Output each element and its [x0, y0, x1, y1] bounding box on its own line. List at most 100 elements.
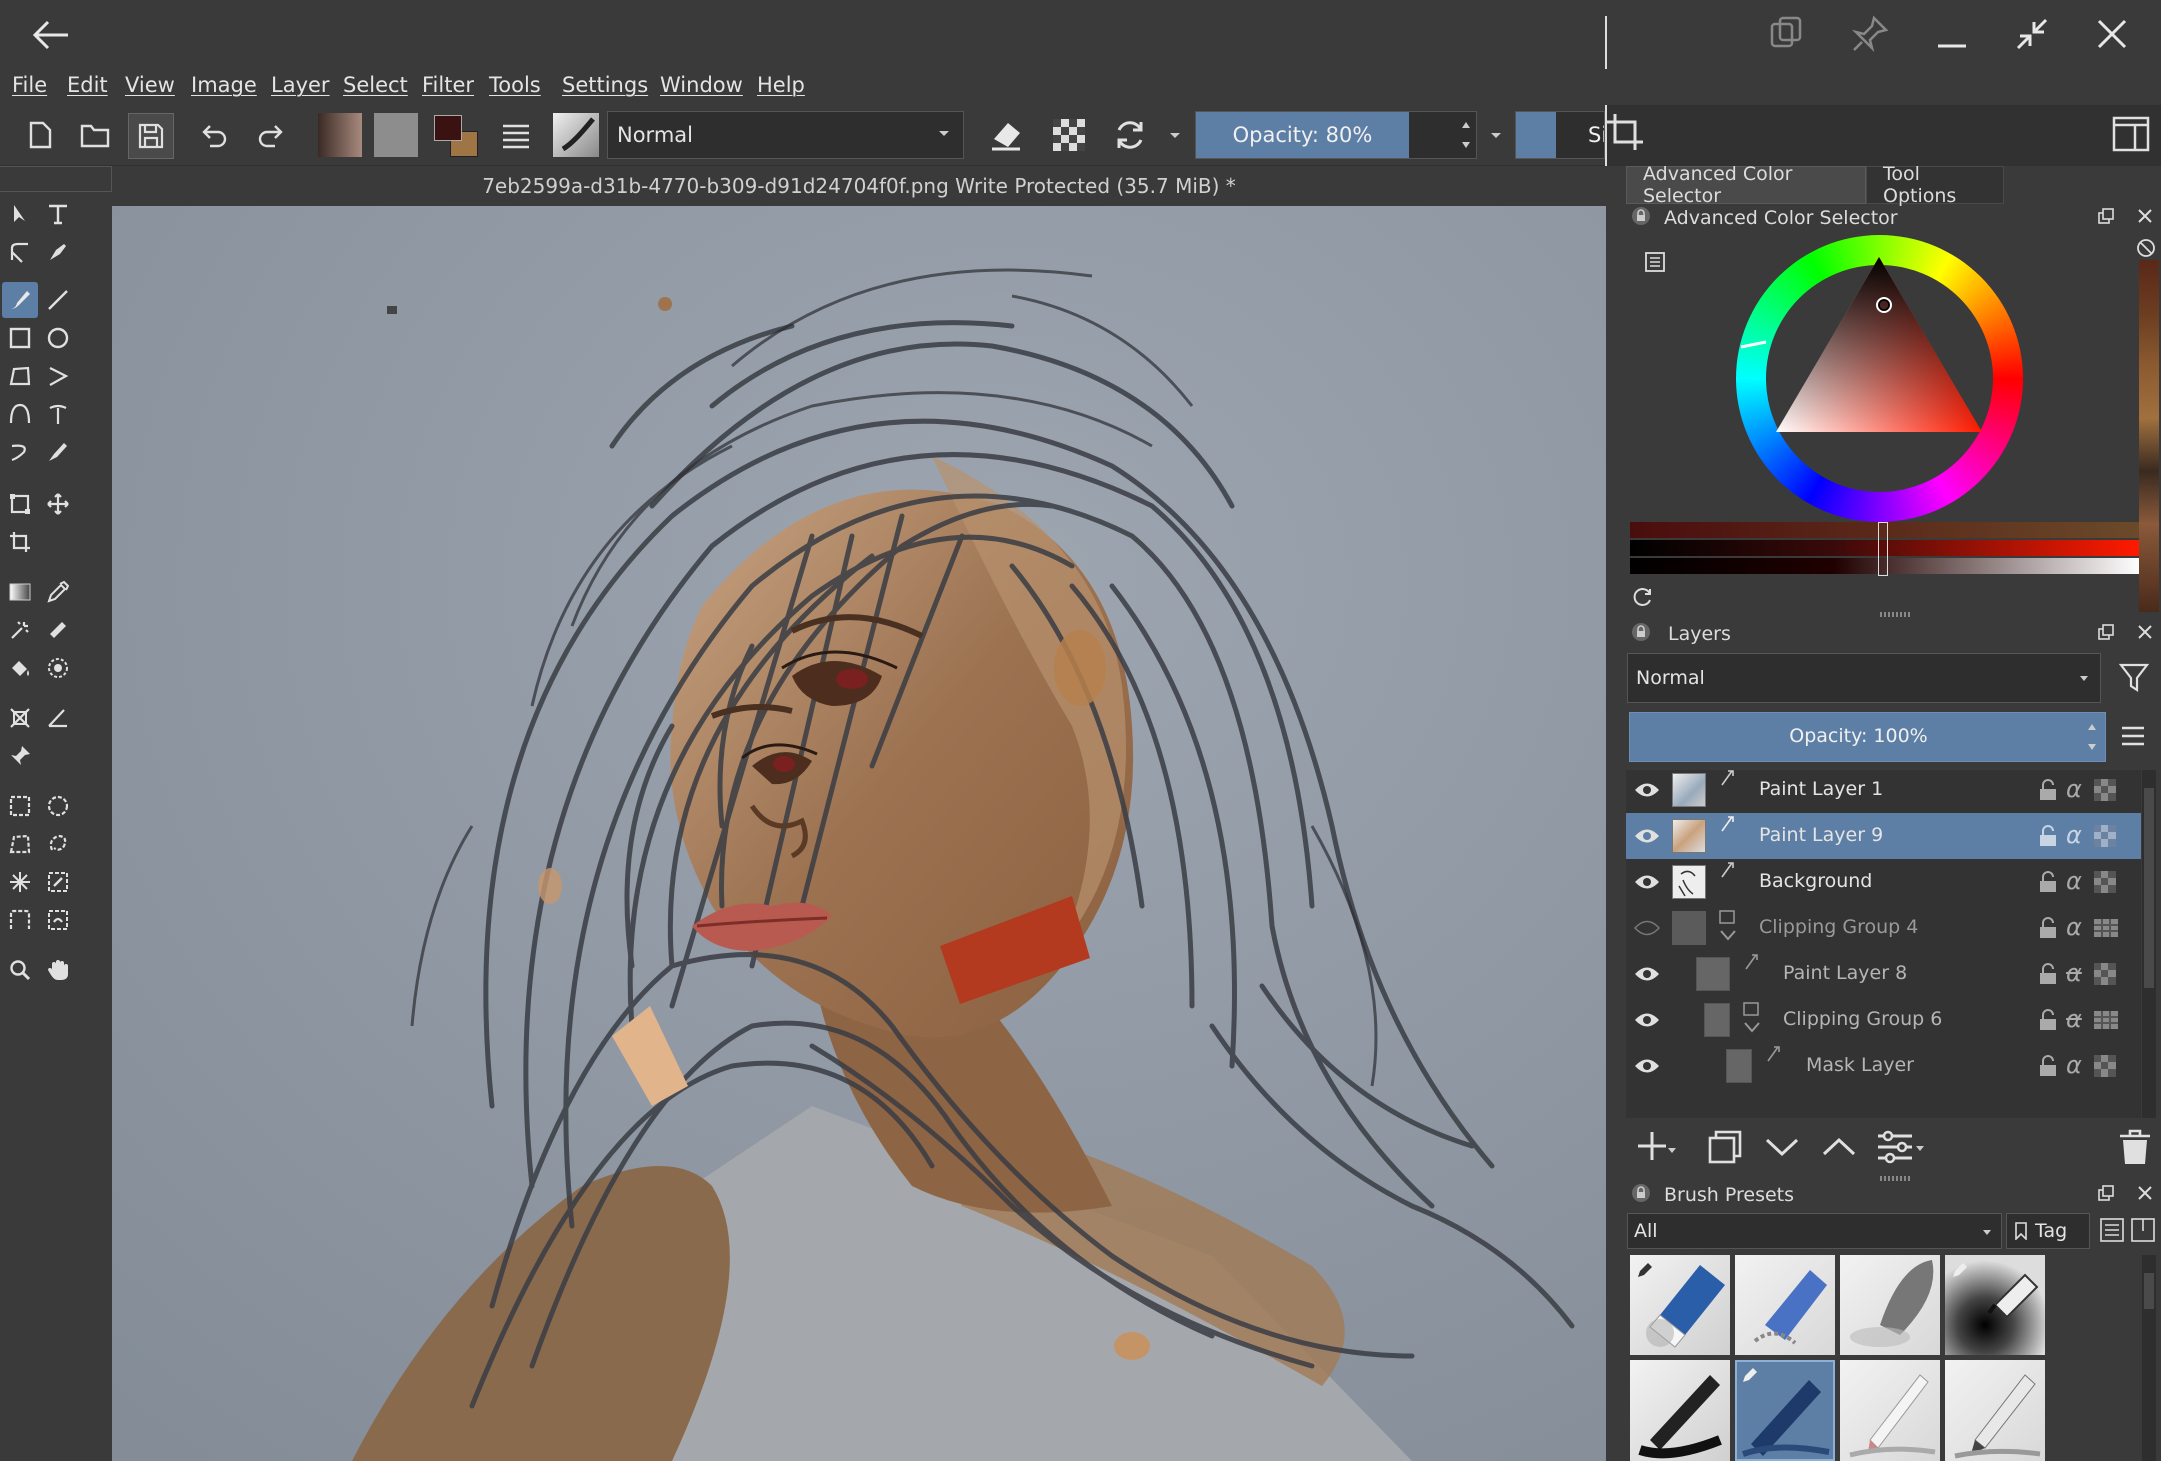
restore-icon[interactable] [2012, 14, 2052, 54]
freehand-path-tool-icon[interactable] [40, 396, 76, 432]
rectangle-tool-icon[interactable] [2, 320, 38, 356]
edit-shapes-tool-icon[interactable] [2, 234, 38, 270]
gradient-swatch[interactable] [318, 113, 362, 157]
calligraphy-tool-icon[interactable] [40, 234, 76, 270]
slider-handle[interactable] [1878, 522, 1888, 576]
overlay-mode-icon[interactable] [1766, 14, 1806, 54]
eye-icon[interactable] [1634, 779, 1660, 801]
gradient-tool-icon[interactable] [2, 574, 38, 610]
float-panel-icon[interactable] [2097, 1184, 2115, 1202]
workspace-layout-icon[interactable] [2111, 114, 2151, 154]
alpha-lock-icon[interactable]: α [2066, 867, 2082, 895]
save-icon[interactable] [128, 113, 174, 159]
lock-icon[interactable] [2038, 825, 2058, 847]
float-panel-icon[interactable] [2097, 207, 2115, 225]
multibrush-tool-icon[interactable] [40, 434, 76, 470]
lock-icon[interactable] [2038, 963, 2058, 985]
canvas[interactable] [112, 206, 1606, 1461]
move-layer-up-icon[interactable] [1820, 1128, 1858, 1166]
brush-preset-marker[interactable] [1945, 1360, 2045, 1461]
crop-icon[interactable] [1605, 112, 1645, 152]
layer-row-clipping-group-6[interactable]: Clipping Group 6 α [1626, 997, 2141, 1043]
pan-tool-icon[interactable] [40, 952, 76, 988]
freehand-selection-tool-icon[interactable] [40, 826, 76, 862]
ellipse-tool-icon[interactable] [40, 320, 76, 356]
alpha-lock-icon[interactable]: α [2066, 913, 2082, 941]
bezier-tool-icon[interactable] [2, 396, 38, 432]
zoom-tool-icon[interactable] [2, 952, 38, 988]
open-folder-icon[interactable] [73, 113, 117, 157]
lock-icon[interactable] [2038, 1055, 2058, 1077]
saturation-value-triangle[interactable] [1736, 235, 2023, 522]
layer-row-paint-layer-1[interactable]: Paint Layer 1 α [1626, 767, 2141, 813]
layer-list-scrollbar[interactable] [2142, 770, 2156, 1118]
inherit-alpha-icon[interactable] [2094, 963, 2116, 985]
layers-menu-icon[interactable] [2119, 722, 2147, 750]
brush-preset-ink-pen[interactable] [1630, 1360, 1730, 1461]
fill-tool-icon[interactable] [2, 650, 38, 686]
spin-arrows-icon[interactable] [2086, 716, 2098, 758]
eraser-mode-icon[interactable] [984, 113, 1028, 157]
eye-icon[interactable] [1634, 825, 1660, 847]
brush-preset-icon[interactable] [553, 113, 599, 157]
reload-preset-icon[interactable] [1108, 113, 1152, 157]
brush-settings-icon[interactable] [494, 113, 538, 157]
panel-lock-icon[interactable] [1631, 1183, 1651, 1203]
inherit-alpha-icon[interactable] [2094, 1055, 2116, 1077]
panel-lock-icon[interactable] [1631, 206, 1651, 226]
brush-preset-airbrush[interactable] [1945, 1255, 2045, 1355]
enclose-fill-tool-icon[interactable] [40, 650, 76, 686]
close-panel-icon[interactable] [2136, 207, 2154, 225]
brush-preset-blender[interactable] [1840, 1255, 1940, 1355]
move-tool-icon[interactable] [40, 486, 76, 522]
brush-preset-pencil-selected[interactable] [1735, 1360, 1835, 1461]
menu-view[interactable]: View [125, 73, 175, 97]
fg-bg-color-icon[interactable] [432, 113, 482, 159]
assistant-tool-icon[interactable] [2, 700, 38, 736]
rectangle-selection-tool-icon[interactable] [2, 788, 38, 824]
redo-icon[interactable] [248, 113, 292, 157]
brush-preset-eraser-soft[interactable] [1735, 1255, 1835, 1355]
polygon-selection-tool-icon[interactable] [2, 826, 38, 862]
eye-closed-icon[interactable] [1634, 917, 1660, 939]
foreground-color-swatch[interactable] [434, 115, 462, 141]
view-list-icon[interactable] [2099, 1217, 2125, 1243]
polyline-tool-icon[interactable] [40, 358, 76, 394]
pattern-swatch[interactable] [374, 113, 418, 157]
eye-icon[interactable] [1634, 963, 1660, 985]
inherit-alpha-icon[interactable] [2094, 825, 2116, 847]
pass-through-icon[interactable] [2094, 1009, 2118, 1031]
pass-through-icon[interactable] [2094, 917, 2118, 939]
menu-edit[interactable]: Edit [67, 73, 108, 97]
new-document-icon[interactable] [18, 113, 62, 157]
layer-row-background[interactable]: Background α [1626, 859, 2141, 905]
layer-opacity-slider[interactable]: Opacity: 100% [1629, 712, 2106, 762]
lock-icon[interactable] [2038, 1009, 2058, 1031]
layer-row-mask-layer[interactable]: Mask Layer α [1626, 1043, 2141, 1089]
select-shapes-tool-icon[interactable] [2, 196, 38, 232]
brush-tag-filter-dropdown[interactable]: All [1627, 1213, 2002, 1249]
tab-tool-options[interactable]: Tool Options [1866, 163, 2004, 207]
panel-resize-handle[interactable] [1880, 1176, 1910, 1181]
back-arrow-icon[interactable] [30, 14, 72, 56]
close-panel-icon[interactable] [2136, 1184, 2154, 1202]
ellipse-selection-tool-icon[interactable] [40, 788, 76, 824]
panel-lock-icon[interactable] [1631, 622, 1651, 642]
lock-icon[interactable] [2038, 871, 2058, 893]
eye-icon[interactable] [1634, 871, 1660, 893]
menu-file[interactable]: File [12, 73, 47, 97]
delete-layer-icon[interactable] [2117, 1128, 2153, 1166]
menu-settings[interactable]: Settings [562, 73, 648, 97]
move-layer-down-icon[interactable] [1763, 1128, 1801, 1166]
measure-tool-icon[interactable] [40, 700, 76, 736]
add-layer-icon[interactable] [1636, 1128, 1676, 1168]
alpha-lock-icon[interactable]: α [2066, 821, 2082, 849]
scrollbar-thumb[interactable] [2144, 1273, 2154, 1309]
duplicate-layer-icon[interactable] [1706, 1128, 1744, 1166]
inherit-alpha-icon[interactable] [2094, 871, 2116, 893]
menu-layer[interactable]: Layer [271, 73, 330, 97]
lock-icon[interactable] [2038, 917, 2058, 939]
layer-row-clipping-group-4[interactable]: Clipping Group 4 α [1626, 905, 2141, 951]
color-sliders[interactable] [1630, 522, 2140, 578]
polygon-tool-icon[interactable] [2, 358, 38, 394]
